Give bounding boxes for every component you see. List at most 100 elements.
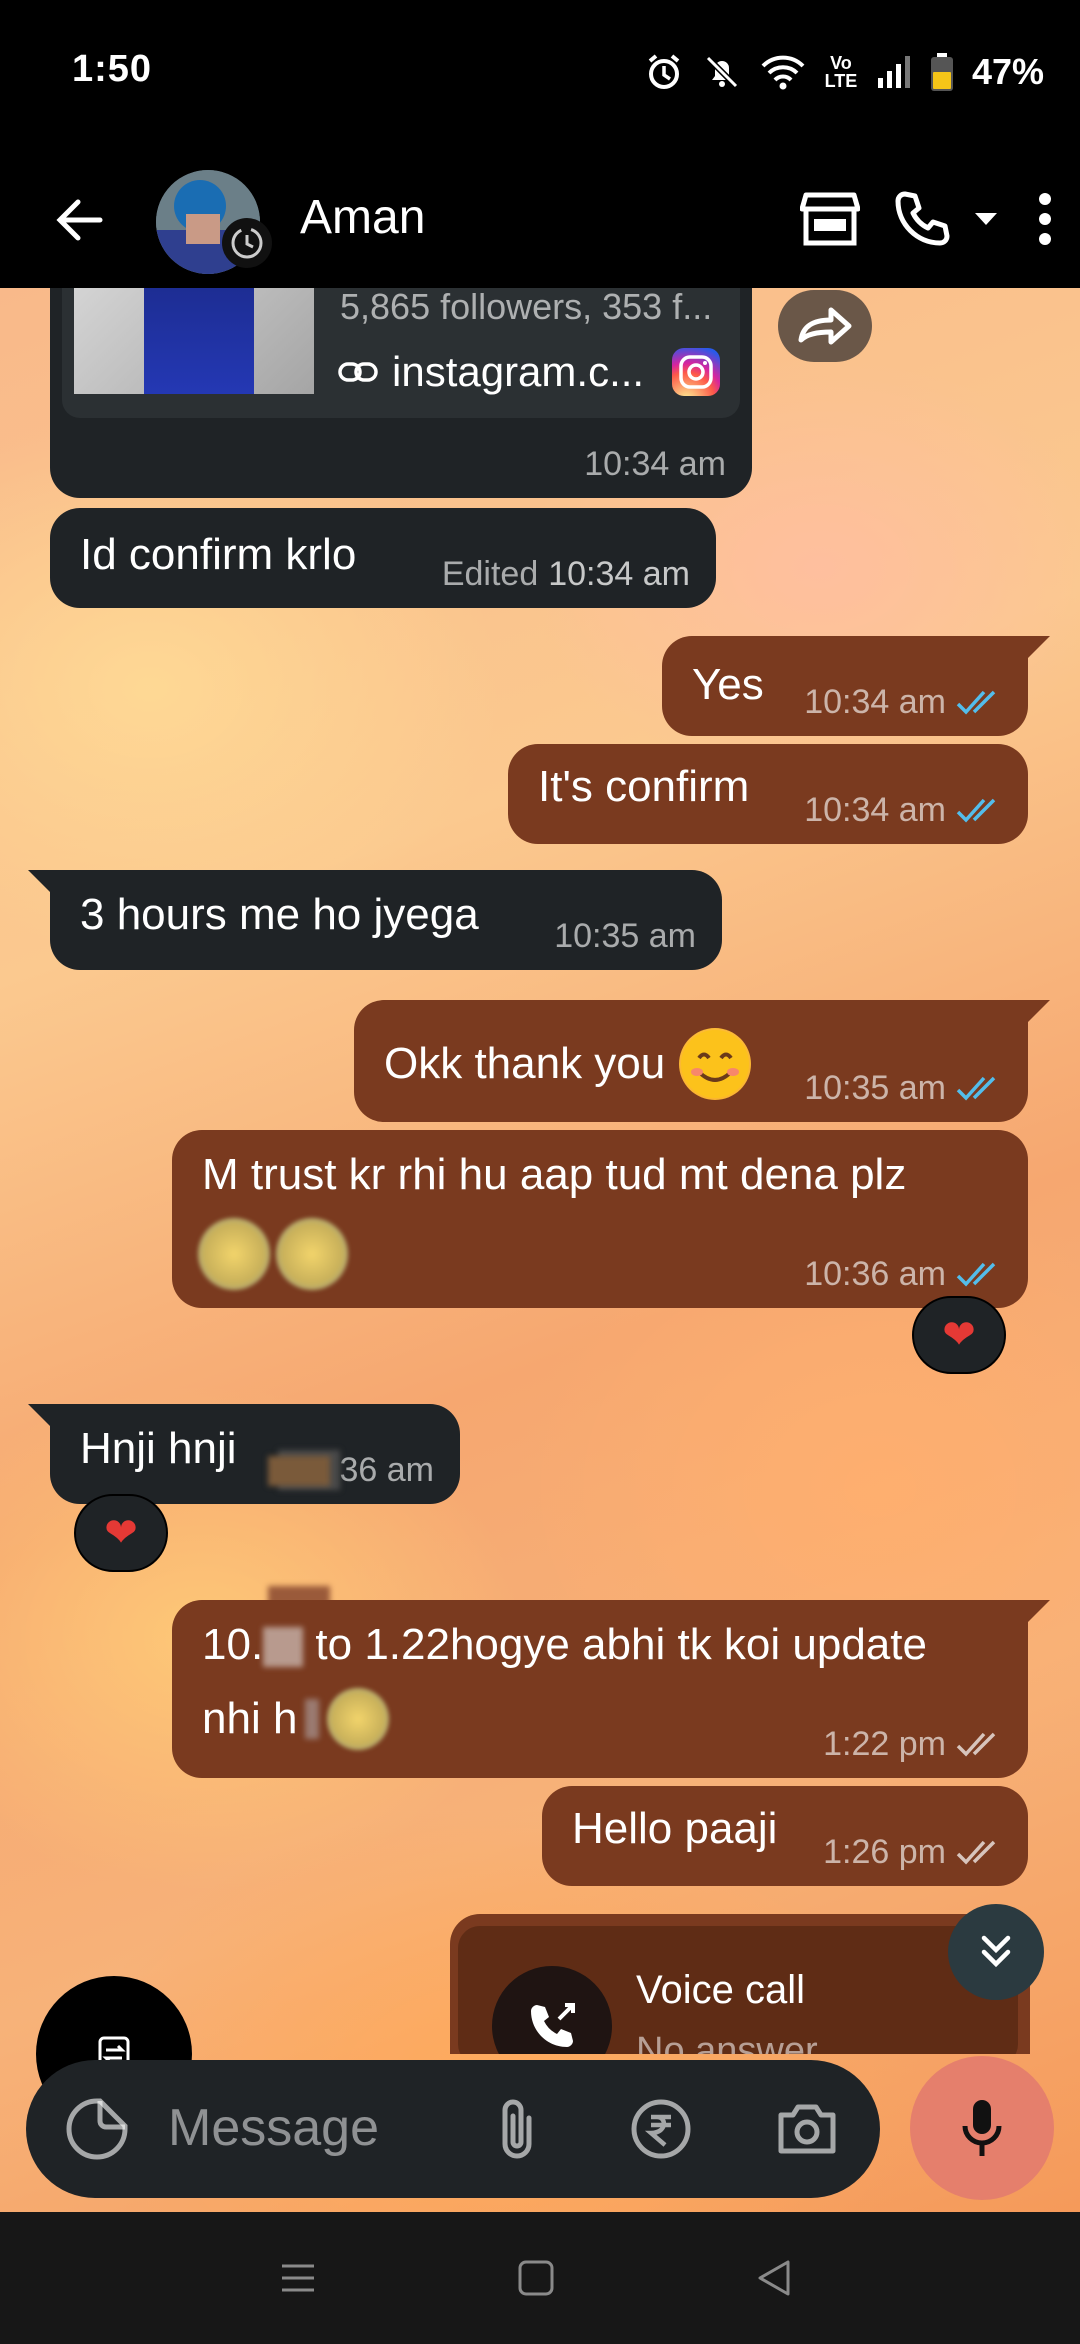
heart-reaction[interactable]: ❤ [74, 1494, 168, 1572]
message-time: 1:22 pm [823, 1725, 946, 1763]
camera-button[interactable] [768, 2090, 846, 2168]
status-icons: Vo LTE 47% [644, 48, 1044, 96]
status-bar: 1:50 Vo LTE 47% [0, 0, 1080, 150]
message-text-line2: nhi h [202, 1688, 390, 1750]
triangle-back-icon [758, 2260, 790, 2296]
link-icon [338, 362, 378, 382]
back-button[interactable] [40, 180, 120, 260]
message-outgoing[interactable]: M trust kr rhi hu aap tud mt dena plz 10… [172, 1130, 1028, 1308]
heart-reaction[interactable]: ❤ [912, 1296, 1006, 1374]
camera-icon [778, 2104, 836, 2154]
disappearing-timer-icon [222, 218, 272, 268]
message-text: It's confirm [538, 762, 750, 811]
message-incoming[interactable]: Hnji hnji 36 am [50, 1404, 460, 1504]
redacted-area [268, 1456, 330, 1486]
crying-face-emoji-icon [276, 1218, 348, 1290]
redacted-area [263, 1627, 304, 1668]
message-input[interactable]: Message [168, 2098, 379, 2158]
more-options-button[interactable] [1010, 169, 1080, 269]
read-double-check-icon [956, 690, 996, 715]
message-time: 1:26 pm [823, 1833, 946, 1871]
message-text: Yes [692, 660, 764, 709]
message-text: 10. to 1.22hogye abhi tk koi update [202, 1620, 927, 1669]
message-incoming[interactable]: Id confirm krlo Edited 10:34 am [50, 508, 716, 608]
battery-icon [930, 52, 954, 92]
payment-button[interactable] [622, 2090, 700, 2168]
square-icon [518, 2260, 554, 2296]
message-incoming[interactable]: 3 hours me ho jyega 10:35 am [50, 870, 722, 970]
message-time: 10:36 am [804, 1255, 946, 1293]
forward-button[interactable] [778, 290, 872, 362]
status-time: 1:50 [72, 48, 153, 90]
header-actions [780, 150, 1080, 288]
voice-call-status: No answer [636, 2030, 818, 2054]
catalog-button[interactable] [780, 169, 880, 269]
heart-icon: ❤ [104, 1511, 138, 1555]
chat-header: Aman [0, 150, 1080, 288]
message-text: Okk thank you [384, 1039, 666, 1088]
chevron-down-icon [975, 213, 997, 225]
crying-face-emoji-icon [327, 1688, 390, 1750]
link-card[interactable]: 5,865 followers, 353 f... instagram.c... [62, 288, 740, 418]
message-outgoing[interactable]: Okk thank you 10:35 am [354, 1000, 1028, 1122]
menu-lines-icon [282, 2264, 314, 2292]
bubble-tail [1026, 1000, 1050, 1024]
read-double-check-icon [956, 798, 996, 823]
microphone-icon [962, 2100, 1002, 2156]
message-time: 10:35 am [554, 917, 696, 955]
call-button[interactable] [880, 169, 1010, 269]
message-meta: 10:34 am [804, 791, 1002, 830]
chat-area[interactable]: 5,865 followers, 353 f... instagram.c...… [0, 288, 1080, 2212]
link-text: instagram.c... [392, 348, 645, 395]
bubble-tail [28, 870, 52, 894]
link-preview-message[interactable]: 5,865 followers, 353 f... instagram.c...… [50, 288, 752, 498]
message-time: 36 am [339, 1450, 435, 1489]
crying-face-emoji-icon [198, 1218, 270, 1290]
message-text: M trust kr rhi hu aap tud mt dena plz [202, 1150, 907, 1199]
message-time: 10:34 am [804, 791, 946, 829]
message-composer: Message [26, 2060, 880, 2198]
contact-name[interactable]: Aman [300, 190, 425, 245]
recent-apps-button[interactable] [266, 2246, 330, 2310]
message-outgoing[interactable]: Yes 10:34 am [662, 636, 1028, 736]
bubble-tail [1026, 636, 1050, 660]
home-button[interactable] [504, 2246, 568, 2310]
instagram-logo-icon [672, 348, 720, 396]
scroll-to-bottom-button[interactable] [948, 1904, 1044, 2000]
system-back-button[interactable] [742, 2246, 806, 2310]
bubble-tail [28, 1404, 52, 1428]
redacted-area [305, 1699, 320, 1739]
forward-icon [798, 307, 852, 345]
sticker-icon[interactable] [64, 2096, 130, 2162]
alarm-icon [644, 52, 684, 92]
voice-call-message[interactable]: Voice call No answer [450, 1914, 1030, 2054]
message-time: 10:34 am [584, 445, 726, 483]
signal-icon [876, 54, 912, 90]
message-meta: Edited 10:34 am [442, 555, 690, 594]
read-double-check-icon [956, 1076, 996, 1101]
bubble-tail [1026, 1600, 1050, 1624]
voice-record-button[interactable] [910, 2056, 1054, 2200]
message-meta: 1:26 pm [823, 1833, 1002, 1872]
double-chevron-down-icon [981, 1935, 1011, 1968]
message-meta: 10:35 am [804, 1069, 1002, 1108]
wifi-icon [760, 52, 806, 92]
message-meta: 1:22 pm [823, 1725, 1002, 1764]
volte-icon: Vo LTE [824, 53, 858, 91]
link-followers: 5,865 followers, 353 f... [340, 288, 713, 327]
smiling-face-emoji-icon [679, 1028, 752, 1100]
attach-button[interactable] [478, 2090, 556, 2168]
message-outgoing[interactable]: 10. to 1.22hogye abhi tk koi update nhi … [172, 1600, 1028, 1778]
battery-percent: 47% [971, 51, 1044, 92]
more-vert-icon [1039, 193, 1051, 245]
voice-call-card[interactable]: Voice call No answer [458, 1926, 1018, 2054]
system-navigation-bar [0, 2212, 1080, 2344]
link-thumbnail [74, 288, 314, 394]
rupee-icon [631, 2099, 691, 2159]
message-time: 10:35 am [804, 1069, 946, 1107]
message-text: Hnji hnji [80, 1424, 237, 1473]
message-text: Hello paaji [572, 1804, 778, 1853]
message-outgoing[interactable]: Hello paaji 1:26 pm [542, 1786, 1028, 1886]
message-outgoing[interactable]: It's confirm 10:34 am [508, 744, 1028, 844]
link-url[interactable]: instagram.c... [338, 348, 644, 396]
